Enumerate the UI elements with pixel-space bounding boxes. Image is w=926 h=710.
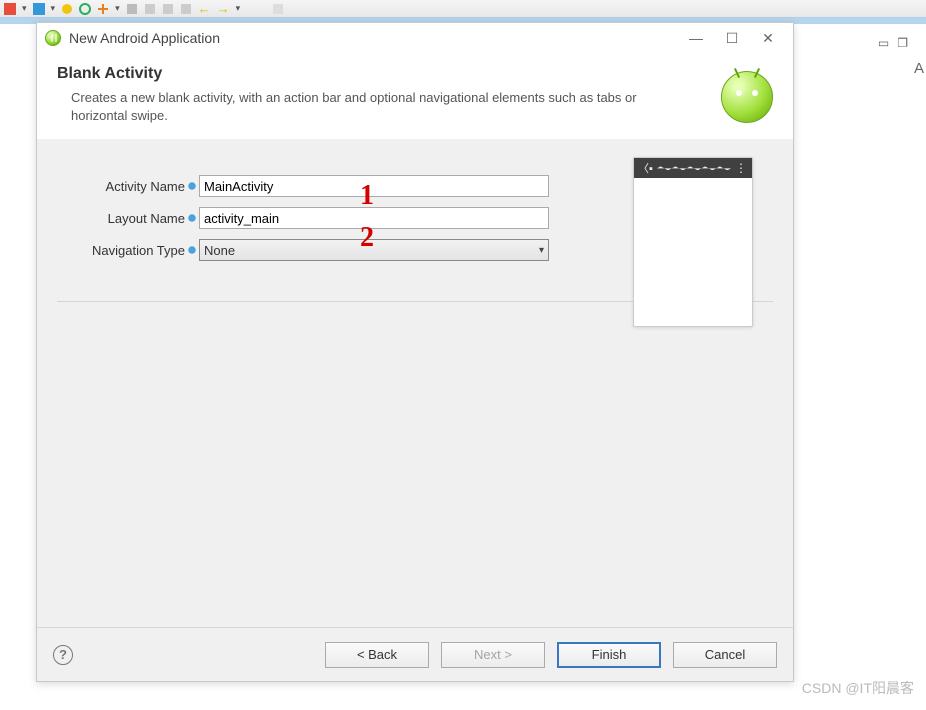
- title-placeholder-icon: [657, 166, 731, 170]
- preview-actionbar: 〈▪ ⋮: [634, 158, 752, 178]
- activity-preview: 〈▪ ⋮: [633, 157, 753, 327]
- required-decorator-icon: [187, 213, 197, 223]
- overflow-menu-icon: ⋮: [735, 161, 748, 175]
- back-arrow-icon[interactable]: ←: [198, 1, 211, 16]
- dialog-content: Activity Name Layout Name Navigation Typ…: [37, 139, 793, 627]
- toolbar-icon[interactable]: [144, 3, 156, 15]
- activity-name-input[interactable]: [199, 175, 549, 197]
- maximize-button[interactable]: ☐: [723, 30, 741, 47]
- toolbar-icon[interactable]: [4, 3, 16, 15]
- finish-button[interactable]: Finish: [557, 642, 661, 668]
- cancel-button[interactable]: Cancel: [673, 642, 777, 668]
- forward-arrow-icon[interactable]: →: [217, 1, 230, 16]
- close-button[interactable]: ✕: [759, 30, 777, 47]
- window-controls: — ☐ ✕: [687, 30, 785, 47]
- navigation-type-label: Navigation Type: [57, 243, 187, 258]
- layout-name-input[interactable]: [199, 207, 549, 229]
- watermark: CSDN @IT阳晨客: [802, 678, 914, 698]
- toolbar-icon[interactable]: [272, 3, 284, 15]
- toolbar-icon[interactable]: [97, 3, 109, 15]
- help-button[interactable]: ?: [53, 645, 73, 665]
- next-button: Next >: [441, 642, 545, 668]
- back-button[interactable]: < Back: [325, 642, 429, 668]
- android-logo-icon: [721, 71, 773, 123]
- ide-toolbar: ▾ ▾ ▾ ← → ▾: [0, 0, 926, 18]
- minimize-view-icon[interactable]: ▭: [878, 36, 889, 50]
- header-title: Blank Activity: [57, 65, 773, 83]
- toolbar-icon[interactable]: [162, 3, 174, 15]
- navigation-type-value: None: [204, 243, 235, 258]
- dialog-header: Blank Activity Creates a new blank activ…: [37, 53, 793, 139]
- header-description: Creates a new blank activity, with an ac…: [57, 89, 677, 125]
- required-decorator-icon: [187, 181, 197, 191]
- toolbar-icon[interactable]: [33, 3, 45, 15]
- dropdown-arrow-icon[interactable]: ▾: [115, 3, 120, 14]
- dialog-title: New Android Application: [69, 30, 679, 46]
- toolbar-icon[interactable]: [79, 3, 91, 15]
- toolbar-icon[interactable]: [126, 3, 138, 15]
- back-chevron-icon: 〈▪: [638, 160, 653, 176]
- layout-name-label: Layout Name: [57, 211, 187, 226]
- required-decorator-icon: [187, 245, 197, 255]
- toolbar-icon[interactable]: [180, 3, 192, 15]
- far-right-letter: A: [914, 60, 924, 77]
- editor-controls: ▭ ❐: [878, 36, 908, 50]
- restore-view-icon[interactable]: ❐: [897, 36, 908, 50]
- android-icon: [45, 30, 61, 46]
- minimize-button[interactable]: —: [687, 30, 705, 47]
- dialog-titlebar: New Android Application — ☐ ✕: [37, 23, 793, 53]
- toolbar-icon[interactable]: [61, 3, 73, 15]
- chevron-down-icon: ▾: [539, 245, 544, 256]
- new-android-app-dialog: New Android Application — ☐ ✕ Blank Acti…: [36, 22, 794, 682]
- dialog-button-bar: ? < Back Next > Finish Cancel: [37, 627, 793, 681]
- activity-name-label: Activity Name: [57, 179, 187, 194]
- dropdown-arrow-icon[interactable]: ▾: [51, 3, 56, 14]
- navigation-type-combo[interactable]: None ▾: [199, 239, 549, 261]
- dropdown-arrow-icon[interactable]: ▾: [22, 3, 27, 14]
- dropdown-arrow-icon[interactable]: ▾: [236, 3, 241, 14]
